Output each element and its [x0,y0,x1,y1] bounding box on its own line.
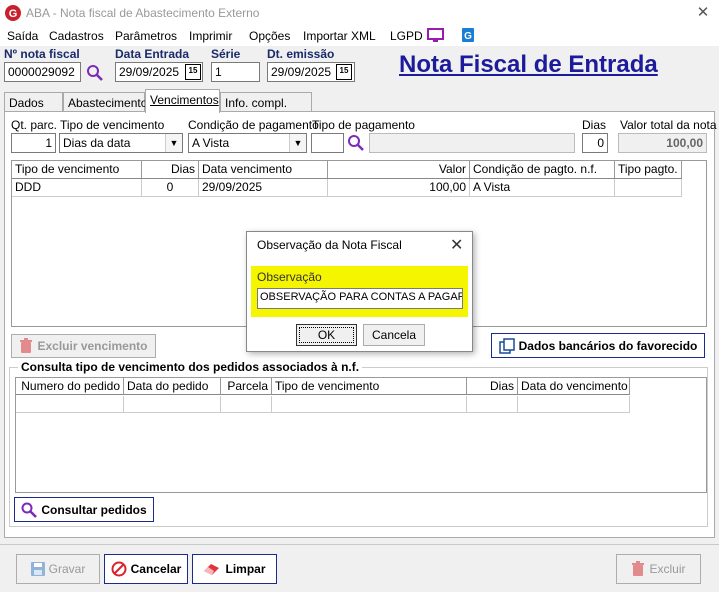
table-row-cell[interactable]: 29/09/2025 [199,179,328,196]
close-icon[interactable]: ✕ [693,3,713,23]
qt-parc-label: Qt. parc. [11,118,58,132]
search-icon[interactable] [347,134,365,152]
nota-label: Nº nota fiscal [4,47,80,61]
grid-header-cell[interactable]: Dias [142,161,199,178]
grid-header-cell[interactable]: Numero do pedido [16,378,124,395]
cancel-icon [111,561,127,577]
condicao-pagamento-select[interactable]: A Vista ▼ [188,133,307,153]
page-title: Nota Fiscal de Entrada [399,51,658,78]
table-row[interactable] [16,396,630,413]
close-icon[interactable]: ✕ [450,235,463,255]
ok-button[interactable]: OK [296,324,357,346]
table-row-cell[interactable]: A Vista [470,179,615,196]
table-row-cell[interactable]: 0 [142,179,199,196]
consultar-pedidos-button[interactable]: Consultar pedidos [14,497,154,522]
excluir-button[interactable]: Excluir [616,554,701,584]
tab-dados-nf[interactable]: Dados NF [4,92,63,124]
consulta-grid[interactable]: Numero do pedido Data do pedido Parcela … [15,377,707,493]
dt-emissao-label: Dt. emissão [267,47,335,61]
tipo-pagamento-label: Tipo de pagamento [312,118,415,132]
condicao-pagamento-label: Condição de pagamento [188,118,319,132]
cell-divider [123,396,124,413]
trash-icon [20,338,33,353]
dados-bancarios-button[interactable]: Dados bancários do favorecido [491,333,705,358]
dias-label: Dias [582,118,607,132]
calendar-icon[interactable]: 15 [185,64,201,80]
monitor-icon[interactable] [427,28,444,43]
search-icon [21,502,38,518]
grid-header-cell[interactable]: Parcela [221,378,272,395]
grid-header-cell[interactable]: Data do pedido [124,378,221,395]
app-logo-icon: G [5,5,21,21]
grid-header-cell[interactable]: Dias [467,378,518,395]
dias-input[interactable]: 0 [582,133,608,153]
grid-header-cell[interactable]: Tipo de vencimento [272,378,467,395]
tab-abastecimento[interactable]: Abastecimento [63,92,147,112]
table-row-cell[interactable] [615,179,682,196]
menu-lgpd[interactable]: LGPD [390,29,423,43]
cancelar-button[interactable]: Cancelar [104,554,188,584]
observacao-label: Observação [257,270,322,284]
window-title: ABA - Nota fiscal de Abastecimento Exter… [26,6,260,20]
table-row-cell[interactable]: DDD [12,179,142,196]
cancela-button[interactable]: Cancela [363,324,425,346]
excluir-vencimento-button[interactable]: Excluir vencimento [11,334,156,358]
tipo-pagamento-desc-input [369,133,575,153]
serie-label: Série [211,47,241,61]
menu-opcoes[interactable]: Opções [249,29,290,43]
footer-divider [0,544,719,545]
data-entrada-label: Data Entrada [115,47,190,61]
tipo-vencimento-label: Tipo de vencimento [60,118,165,132]
menu-parametros[interactable]: Parâmetros [115,29,177,43]
observacao-dialog: Observação da Nota Fiscal ✕ Observação O… [246,231,473,352]
cell-divider [220,396,221,413]
consulta-title: Consulta tipo de vencimento dos pedidos … [18,360,363,374]
tab-info-compl-sped[interactable]: Info. compl. Sped [220,92,312,124]
cell-divider [466,396,467,413]
grid-header-cell[interactable]: Condição de pagto. n.f. [470,161,615,178]
search-icon[interactable] [86,64,104,82]
row-divider [12,196,682,197]
menu-saida[interactable]: Saída [7,29,38,43]
grid-header-cell[interactable]: Tipo pagto. [615,161,682,178]
save-icon [30,562,45,576]
nota-number-input[interactable]: 0000029092 [4,62,81,82]
menu-importar-xml[interactable]: Importar XML [303,29,376,43]
grid-header-cell[interactable]: Data do vencimento [518,378,630,395]
svg-text:G: G [9,8,18,20]
cell-divider [629,396,630,413]
copy-icon [498,337,515,354]
valor-total-input: 100,00 [618,133,707,153]
serie-input[interactable]: 1 [211,62,260,82]
qt-parc-input[interactable]: 1 [11,133,56,153]
gravar-button[interactable]: Gravar [16,554,100,584]
tipo-vencimento-select[interactable]: Dias da data ▼ [59,133,183,153]
chevron-down-icon: ▼ [289,134,306,152]
dialog-title: Observação da Nota Fiscal [257,238,402,252]
table-row-cell[interactable]: 100,00 [328,179,470,196]
help-book-icon[interactable]: G [461,27,475,43]
menu-imprimir[interactable]: Imprimir [189,29,232,43]
tipo-pagamento-code-input[interactable] [311,133,344,153]
grid-header-cell[interactable]: Data vencimento [199,161,328,178]
cell-divider [517,396,518,413]
svg-text:G: G [464,31,472,42]
calendar-icon[interactable]: 15 [336,64,352,80]
valor-total-label: Valor total da nota [620,118,717,132]
chevron-down-icon: ▼ [165,134,182,152]
cell-divider [271,396,272,413]
observacao-input[interactable]: OBSERVAÇÃO PARA CONTAS A PAGAR [257,288,463,309]
trash-icon [632,561,645,576]
tab-vencimentos[interactable]: Vencimentos [145,89,220,113]
menu-cadastros[interactable]: Cadastros [49,29,104,43]
grid-header-cell[interactable]: Tipo de vencimento [12,161,142,178]
limpar-button[interactable]: Limpar [192,554,277,584]
eraser-icon [204,564,220,575]
grid-header-cell[interactable]: Valor [328,161,470,178]
